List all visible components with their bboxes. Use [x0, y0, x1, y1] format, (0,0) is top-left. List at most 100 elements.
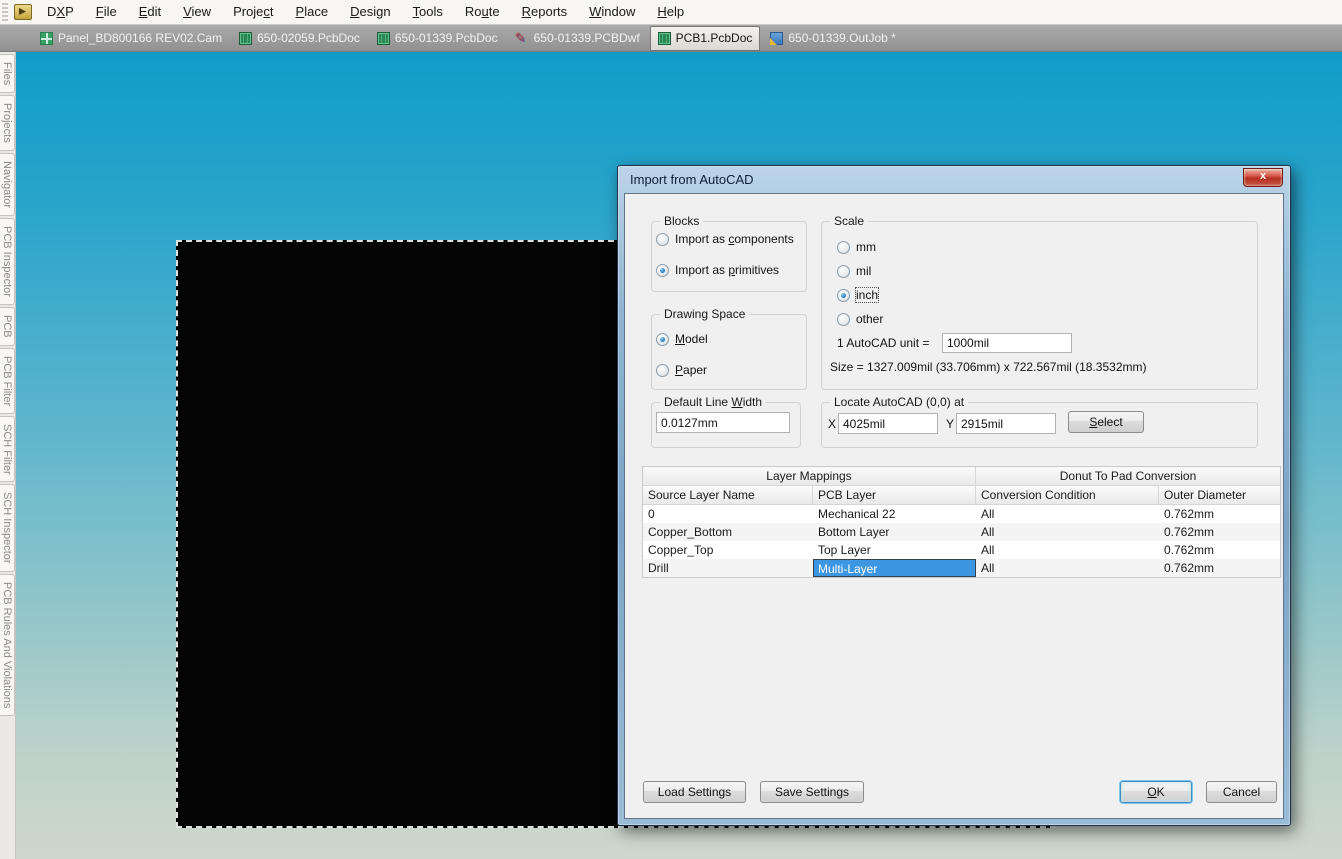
radio-icon-selected: [656, 333, 669, 346]
radio-import-as-primitives[interactable]: Import as primitives: [656, 263, 779, 277]
radio-import-as-components[interactable]: Import as components: [656, 232, 794, 246]
menu-bar: DXP File Edit View Project Place Design …: [0, 0, 1342, 25]
locate-autocad-legend: Locate AutoCAD (0,0) at: [830, 395, 968, 409]
table-row: Copper_Top Top Layer All 0.762mm: [643, 541, 1280, 559]
tab-label: 650-01339.PcbDoc: [395, 31, 498, 45]
locate-x-label: X: [828, 417, 836, 431]
cell-pcb-layer[interactable]: Mechanical 22: [813, 505, 976, 523]
autocad-unit-input[interactable]: [942, 333, 1072, 353]
table-body: 0 Mechanical 22 All 0.762mm Copper_Botto…: [643, 505, 1280, 577]
tab-label: Panel_BD800166 REV02.Cam: [58, 31, 222, 45]
blocks-legend: Blocks: [660, 214, 703, 228]
dialog-title[interactable]: Import from AutoCAD: [630, 172, 754, 187]
cell-outer-diameter[interactable]: 0.762mm: [1159, 541, 1280, 559]
locate-x-input[interactable]: [838, 413, 938, 434]
menu-design[interactable]: Design: [339, 0, 401, 25]
radio-icon: [837, 241, 850, 254]
menu-tools[interactable]: Tools: [402, 0, 454, 25]
radio-label: Paper: [675, 363, 707, 377]
radio-label: Import as primitives: [675, 263, 779, 277]
cell-outer-diameter[interactable]: 0.762mm: [1159, 523, 1280, 541]
tab-label: 650-02059.PcbDoc: [257, 31, 360, 45]
tab-label: PCB1.PcbDoc: [676, 31, 753, 45]
sidebar-item-files[interactable]: Files: [0, 54, 15, 93]
cell-source-layer[interactable]: Copper_Bottom: [643, 523, 813, 541]
pcb-document-icon: [377, 32, 390, 45]
menu-place[interactable]: Place: [285, 0, 340, 25]
default-line-width-legend: Default Line Width: [660, 395, 766, 409]
select-button[interactable]: Select: [1068, 411, 1144, 433]
table-row: 0 Mechanical 22 All 0.762mm: [643, 505, 1280, 523]
locate-y-input[interactable]: [956, 413, 1056, 434]
radio-icon-selected: [656, 264, 669, 277]
cell-outer-diameter[interactable]: 0.762mm: [1159, 559, 1280, 577]
altium-window: DXP File Edit View Project Place Design …: [0, 0, 1342, 859]
cam-document-icon: [40, 32, 53, 45]
group-header-layer-mappings: Layer Mappings: [643, 467, 976, 486]
cell-pcb-layer[interactable]: Top Layer: [813, 541, 976, 559]
panel-sidebar: Files Projects Navigator PCB Inspector P…: [0, 52, 16, 859]
outjob-document-icon: [770, 32, 783, 45]
cell-pcb-layer[interactable]: Bottom Layer: [813, 523, 976, 541]
table-row: Copper_Bottom Bottom Layer All 0.762mm: [643, 523, 1280, 541]
sidebar-item-pcb-inspector[interactable]: PCB Inspector: [0, 218, 15, 305]
menu-view[interactable]: View: [172, 0, 222, 25]
menu-file[interactable]: File: [85, 0, 128, 25]
radio-label: Model: [675, 332, 708, 346]
cell-source-layer[interactable]: Copper_Top: [643, 541, 813, 559]
close-icon[interactable]: x: [1243, 168, 1283, 187]
cell-source-layer[interactable]: 0: [643, 505, 813, 523]
menu-window[interactable]: Window: [578, 0, 646, 25]
sidebar-item-navigator[interactable]: Navigator: [0, 153, 15, 216]
radio-icon: [656, 233, 669, 246]
import-from-autocad-dialog: Import from AutoCAD x Blocks Import as c…: [617, 165, 1291, 826]
menu-reports[interactable]: Reports: [511, 0, 579, 25]
sidebar-item-pcb-rules-violations[interactable]: PCB Rules And Violations: [0, 574, 15, 716]
sidebar-item-sch-inspector[interactable]: SCH Inspector: [0, 484, 15, 572]
tab-650-02059-pcbdoc[interactable]: 650-02059.PcbDoc: [232, 27, 367, 49]
radio-mil[interactable]: mil: [837, 264, 871, 278]
radio-other[interactable]: other: [837, 312, 883, 326]
pcb-document-icon: [239, 32, 252, 45]
radio-inch[interactable]: inch: [837, 288, 878, 302]
cell-outer-diameter[interactable]: 0.762mm: [1159, 505, 1280, 523]
menu-project[interactable]: Project: [222, 0, 284, 25]
cell-source-layer[interactable]: Drill: [643, 559, 813, 577]
save-settings-button[interactable]: Save Settings: [760, 781, 864, 803]
sidebar-item-pcb[interactable]: PCB: [0, 307, 15, 346]
menu-help[interactable]: Help: [646, 0, 695, 25]
table-row: Drill Multi-Layer All 0.762mm: [643, 559, 1280, 577]
sidebar-item-pcb-filter[interactable]: PCB Filter: [0, 348, 15, 414]
document-tab-bar: Panel_BD800166 REV02.Cam 650-02059.PcbDo…: [0, 25, 1342, 52]
cell-conversion-condition[interactable]: All: [976, 559, 1159, 577]
menu-edit[interactable]: Edit: [128, 0, 172, 25]
cell-conversion-condition[interactable]: All: [976, 541, 1159, 559]
radio-icon: [837, 313, 850, 326]
tab-pcb1-pcbdoc-active[interactable]: PCB1.PcbDoc: [650, 26, 761, 51]
cell-conversion-condition[interactable]: All: [976, 505, 1159, 523]
menu-dxp[interactable]: DXP: [36, 0, 85, 25]
tab-650-01339-pcbdwf[interactable]: 650-01339.PCBDwf: [508, 27, 647, 49]
tab-panel-bd800166[interactable]: Panel_BD800166 REV02.Cam: [33, 27, 229, 49]
radio-paper[interactable]: Paper: [656, 363, 707, 377]
radio-model[interactable]: Model: [656, 332, 708, 346]
toolbar-grip[interactable]: [2, 3, 8, 21]
load-settings-button[interactable]: Load Settings: [643, 781, 746, 803]
sidebar-item-sch-filter[interactable]: SCH Filter: [0, 416, 15, 483]
tab-650-01339-outjob[interactable]: 650-01339.OutJob *: [763, 27, 902, 49]
sidebar-item-projects[interactable]: Projects: [0, 95, 15, 151]
menu-route[interactable]: Route: [454, 0, 511, 25]
ok-button[interactable]: OK: [1120, 781, 1192, 803]
cell-pcb-layer-selected[interactable]: Multi-Layer: [813, 559, 976, 577]
locate-y-label: Y: [946, 417, 954, 431]
table-column-header-row: Source Layer Name PCB Layer Conversion C…: [643, 486, 1280, 505]
dxp-app-icon[interactable]: [14, 4, 32, 20]
radio-mm[interactable]: mm: [837, 240, 876, 254]
tab-650-01339-pcbdoc[interactable]: 650-01339.PcbDoc: [370, 27, 505, 49]
radio-icon: [837, 265, 850, 278]
default-line-width-input[interactable]: [656, 412, 790, 433]
radio-icon-selected: [837, 289, 850, 302]
cell-conversion-condition[interactable]: All: [976, 523, 1159, 541]
cancel-button[interactable]: Cancel: [1206, 781, 1277, 803]
table-group-header-row: Layer Mappings Donut To Pad Conversion: [643, 467, 1280, 486]
